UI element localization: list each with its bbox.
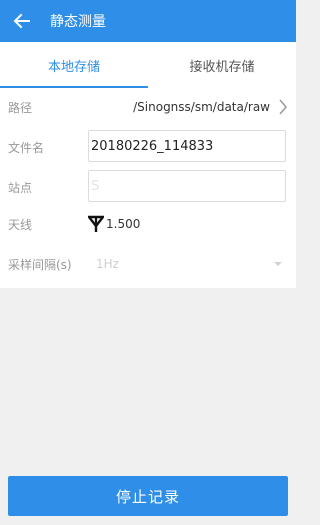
back-button[interactable] <box>2 0 42 42</box>
filename-label: 文件名 <box>8 140 45 155</box>
antenna-label: 天线 <box>8 217 33 232</box>
station-row: 站点 S <box>0 169 296 205</box>
interval-label: 采样间隔(s) <box>8 257 72 272</box>
stop-recording-button[interactable]: 停止记录 <box>8 476 288 516</box>
filename-row: 文件名 20180226_114833 <box>0 129 296 165</box>
station-field[interactable]: S <box>88 170 286 202</box>
antenna-row[interactable]: 天线 1.500 <box>0 206 296 242</box>
path-value: /Sinognss/sm/data/raw <box>133 100 270 114</box>
storage-tabs: 本地存储 接收机存储 <box>0 42 296 88</box>
page-title: 静态测量 <box>50 14 106 30</box>
interval-row[interactable]: 采样间隔(s) 1Hz <box>0 246 296 282</box>
station-label: 站点 <box>8 180 33 195</box>
tab-local-storage[interactable]: 本地存储 <box>0 42 148 88</box>
filename-field[interactable]: 20180226_114833 <box>88 130 286 162</box>
path-row[interactable]: 路径 /Sinognss/sm/data/raw <box>0 89 296 125</box>
record-form: 路径 /Sinognss/sm/data/raw 文件名 20180226_11… <box>0 88 296 288</box>
antenna-value: 1.500 <box>88 215 140 233</box>
tab-receiver-storage[interactable]: 接收机存储 <box>148 42 296 88</box>
dropdown-caret-icon <box>274 262 282 266</box>
interval-select[interactable]: 1Hz <box>96 257 119 271</box>
path-label: 路径 <box>8 100 33 115</box>
antenna-height: 1.500 <box>106 217 141 231</box>
app-bar: 静态测量 <box>0 0 296 42</box>
antenna-icon <box>88 215 104 232</box>
arrow-left-icon <box>13 13 30 29</box>
chevron-right-icon <box>279 99 287 115</box>
